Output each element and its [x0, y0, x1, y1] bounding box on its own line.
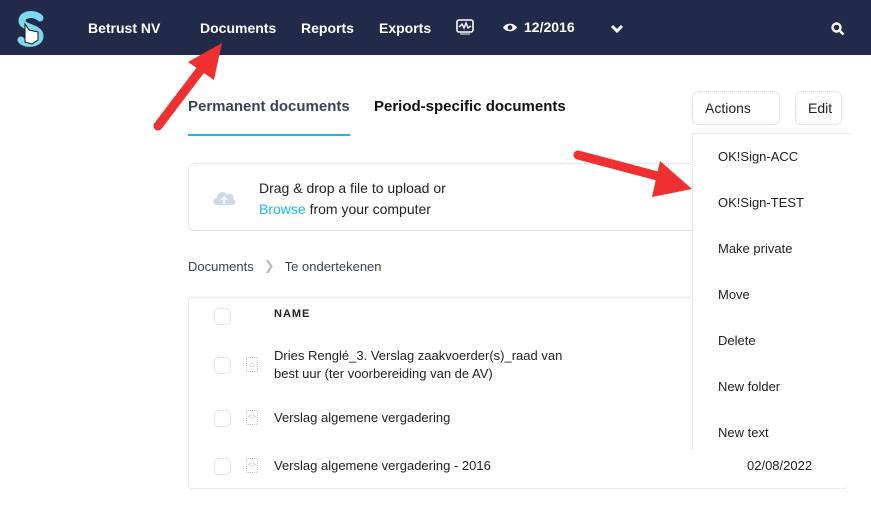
edit-button[interactable]: Edit — [795, 91, 842, 125]
nav-exports[interactable]: Exports — [379, 0, 431, 55]
tab-period-specific-documents[interactable]: Period-specific documents — [374, 90, 566, 136]
menu-item-move[interactable]: Move — [718, 287, 750, 302]
chevron-right-icon: ❯ — [263, 258, 275, 273]
row-name[interactable]: Dries Renglé_3. Verslag zaakvoerder(s)_r… — [274, 347, 584, 383]
upload-line-2: Browse from your computer — [259, 199, 446, 220]
column-header-name[interactable]: NAME — [274, 308, 310, 320]
code-file-icon: <> — [246, 410, 258, 425]
search-icon[interactable] — [831, 22, 845, 36]
table-row[interactable]: <> Verslag algemene vergadering - 2016 0… — [189, 454, 849, 484]
code-file-icon: <> — [246, 458, 258, 473]
actions-dropdown-menu: OK!Sign-ACC OK!Sign-TEST Make private Mo… — [692, 133, 850, 449]
browse-link[interactable]: Browse — [259, 201, 306, 217]
row-checkbox[interactable] — [214, 357, 231, 374]
breadcrumb-documents[interactable]: Documents — [188, 259, 254, 274]
period-selector[interactable]: 12/2016 — [502, 0, 575, 55]
breadcrumb-current: Te ondertekenen — [284, 258, 382, 274]
menu-item-oksign-acc[interactable]: OK!Sign-ACC — [718, 149, 798, 164]
row-name[interactable]: Verslag algemene vergadering - 2016 — [274, 457, 584, 475]
row-name[interactable]: Verslag algemene vergadering — [274, 409, 584, 427]
company-name[interactable]: Betrust NV — [88, 0, 160, 55]
actions-button[interactable]: Actions — [692, 91, 780, 144]
period-value: 12/2016 — [524, 19, 575, 35]
app-logo[interactable] — [16, 10, 46, 48]
menu-item-new-folder[interactable]: New folder — [718, 379, 780, 394]
row-date: 02/08/2022 — [747, 458, 813, 473]
top-navigation-bar: Betrust NV Documents Reports Exports 12/… — [0, 0, 871, 55]
chevron-down-icon[interactable] — [610, 24, 624, 34]
select-all-checkbox[interactable] — [214, 308, 231, 325]
nav-reports[interactable]: Reports — [301, 0, 354, 55]
upload-instructions: Drag & drop a file to upload or Browse f… — [259, 178, 446, 220]
actions-label: Actions — [705, 100, 751, 116]
pdf-file-icon: △ — [246, 357, 258, 372]
menu-item-oksign-test[interactable]: OK!Sign-TEST — [718, 195, 804, 210]
breadcrumb: Documents ❯ Te ondertekenen — [188, 258, 382, 274]
upload-dropzone[interactable]: Drag & drop a file to upload or Browse f… — [188, 163, 708, 231]
upload-line-2-rest: from your computer — [305, 201, 431, 217]
row-checkbox[interactable] — [214, 458, 231, 475]
menu-item-new-text[interactable]: New text — [718, 425, 769, 440]
tab-permanent-documents[interactable]: Permanent documents — [188, 90, 350, 136]
monitor-chart-icon[interactable] — [456, 19, 474, 35]
menu-item-delete[interactable]: Delete — [718, 333, 756, 348]
eye-icon — [503, 23, 517, 32]
menu-item-make-private[interactable]: Make private — [718, 241, 792, 256]
upload-line-1: Drag & drop a file to upload or — [259, 180, 446, 196]
cloud-upload-icon — [213, 192, 236, 205]
nav-documents[interactable]: Documents — [200, 0, 276, 55]
row-checkbox[interactable] — [214, 410, 231, 427]
